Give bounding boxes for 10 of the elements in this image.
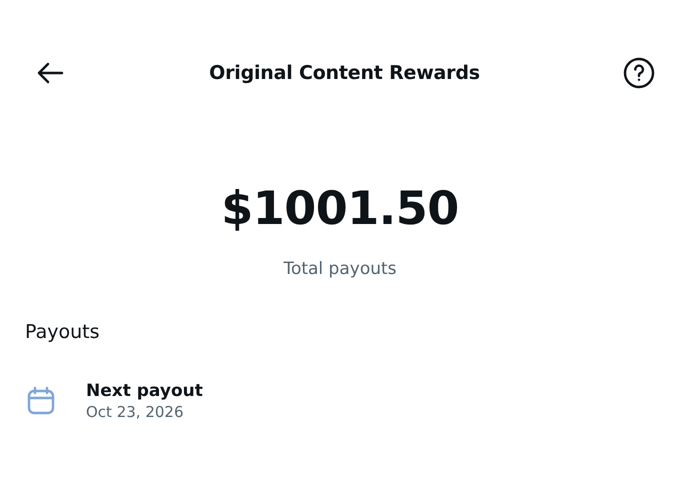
help-icon [623,57,655,89]
section-heading: Payouts [25,321,101,343]
payout-date: Oct 23, 2026 [86,403,184,421]
back-arrow-icon [36,61,64,85]
total-label: Total payouts [283,259,397,279]
calendar-icon [26,386,56,416]
page-title: Original Content Rewards [209,62,480,84]
payout-title: Next payout [86,381,203,401]
help-button[interactable] [623,57,655,89]
total-amount: $1001.50 [221,181,459,235]
